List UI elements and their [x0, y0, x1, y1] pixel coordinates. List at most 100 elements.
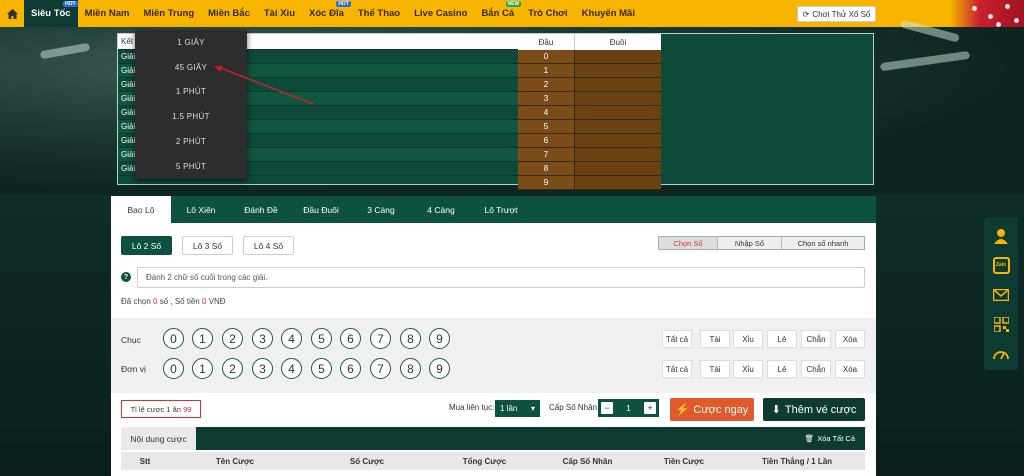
mode-nhap-so[interactable]: Nhập Số	[718, 237, 782, 249]
tab-bao-lo[interactable]: Bao Lô	[111, 196, 171, 223]
chuc-select-tai[interactable]: Tài	[700, 330, 730, 348]
donvi-ball-7[interactable]: 7	[370, 358, 391, 379]
demo-play-button[interactable]: ⟳ Chơi Thử Xổ Số	[797, 6, 876, 22]
nav-item-live-casino[interactable]: Live Casino	[407, 0, 474, 27]
nav-label: Siêu Tốc	[31, 8, 71, 19]
chuc-select-xiu[interactable]: Xỉu	[733, 330, 763, 348]
dau-header: Đầu	[518, 34, 575, 50]
nav-item-sieu-toc[interactable]: Siêu Tốc HOT	[24, 0, 78, 27]
chuc-ball-7[interactable]: 7	[370, 328, 391, 349]
chuc-ball-8[interactable]: 8	[400, 328, 421, 349]
minus-button[interactable]: −	[601, 402, 613, 414]
kind-lo-2-so[interactable]: Lô 2 Số	[121, 236, 172, 255]
nav-item-the-thao[interactable]: Thể Thao	[351, 0, 407, 27]
plus-button[interactable]: +	[643, 402, 656, 414]
duoi-header: Đuôi	[609, 37, 627, 47]
top-nav: Siêu Tốc HOT Miền Nam Miền Trung Miền Bắc…	[0, 0, 1024, 28]
donvi-ball-0[interactable]: 0	[163, 358, 184, 379]
chuc-ball-2[interactable]: 2	[222, 328, 243, 349]
user-support-icon[interactable]	[991, 226, 1011, 246]
refresh-icon: ⟳	[802, 9, 810, 19]
mail-icon[interactable]	[991, 285, 1011, 305]
dropdown-item-1-phut[interactable]: 1 PHÚT	[135, 80, 247, 105]
donvi-clear[interactable]: Xóa	[835, 360, 865, 378]
donvi-ball-8[interactable]: 8	[400, 358, 421, 379]
dau-duoi-row: 0	[518, 50, 661, 64]
nav-item-ban-ca[interactable]: Bắn Cá NEW	[474, 0, 522, 27]
floating-contact-bar: Zalo	[984, 217, 1018, 370]
tab-noi-dung-cuoc[interactable]: Nội dung cược	[121, 427, 196, 450]
chuc-select-chan[interactable]: Chẵn	[801, 330, 831, 348]
add-ticket-button[interactable]: ⬇ Thêm vé cược	[763, 398, 865, 421]
donvi-ball-1[interactable]: 1	[192, 358, 213, 379]
demo-label: Chơi Thử Xổ Số	[812, 9, 871, 19]
chuc-select-le[interactable]: Lẻ	[767, 330, 797, 348]
tab-3-cang[interactable]: 3 Càng	[351, 196, 411, 223]
nav-item-tro-choi[interactable]: Trò Chơi	[521, 0, 574, 27]
nav-item-tai-xiu[interactable]: Tài Xỉu	[257, 0, 302, 27]
hint-box: Đánh 2 chữ số cuối trong các giải.	[137, 267, 865, 288]
dau-duoi-row: 5	[518, 120, 661, 134]
kind-lo-4-so[interactable]: Lô 4 Số	[243, 236, 294, 255]
mua-lien-tuc-label: Mua liên tục:	[449, 403, 495, 412]
mode-chon-so-nhanh[interactable]: Chọn số nhanh	[782, 237, 864, 249]
input-mode-switch: Chọn Số Nhập Số Chọn số nhanh	[658, 236, 865, 250]
dropdown-item-1-giay[interactable]: 1 GIÂY	[135, 30, 247, 55]
duoi-cell	[575, 92, 661, 105]
donvi-ball-4[interactable]: 4	[281, 358, 302, 379]
donvi-ball-3[interactable]: 3	[252, 358, 273, 379]
selected-count: 0	[153, 297, 158, 306]
chuc-clear[interactable]: Xóa	[835, 330, 865, 348]
mode-chon-so[interactable]: Chọn Số	[659, 237, 718, 249]
help-icon[interactable]: ?	[121, 272, 131, 282]
dropdown-item-5-phut[interactable]: 5 PHÚT	[135, 154, 247, 179]
nav-item-xoc-dia[interactable]: Xóc Đĩa HOT	[302, 0, 351, 27]
dropdown-item-2-phut[interactable]: 2 PHÚT	[135, 129, 247, 154]
donvi-ball-2[interactable]: 2	[222, 358, 243, 379]
repeat-select[interactable]: 1 lần ▾	[495, 400, 540, 417]
nav-item-mien-trung[interactable]: Miền Trung	[136, 0, 201, 27]
dau-duoi-row: 4	[518, 106, 661, 120]
donvi-select-all[interactable]: Tất cả	[662, 360, 692, 378]
repeat-value: 1 lần	[500, 404, 518, 413]
chuc-ball-5[interactable]: 5	[311, 328, 332, 349]
kind-lo-3-so[interactable]: Lô 3 Số	[182, 236, 233, 255]
nav-label: Trò Chơi	[528, 8, 568, 19]
col-stt: Stt	[139, 456, 151, 466]
donvi-ball-9[interactable]: 9	[429, 358, 450, 379]
chuc-ball-3[interactable]: 3	[252, 328, 273, 349]
multiplier-value[interactable]: 1	[626, 403, 631, 413]
clear-all-button[interactable]: 🗑 Xóa Tất Cả	[805, 427, 855, 450]
donvi-select-xiu[interactable]: Xỉu	[733, 360, 763, 378]
qr-code-icon[interactable]	[991, 314, 1011, 334]
bet-content-header: Nội dung cược 🗑 Xóa Tất Cả	[121, 427, 865, 450]
home-icon[interactable]	[0, 0, 24, 27]
bet-now-label: Cược ngay	[693, 403, 749, 416]
donvi-ball-5[interactable]: 5	[311, 358, 332, 379]
bet-now-button[interactable]: ⚡ Cược ngay	[670, 398, 754, 421]
zalo-icon[interactable]: Zalo	[991, 255, 1011, 275]
chuc-select-all[interactable]: Tất cả	[662, 330, 692, 348]
chuc-ball-6[interactable]: 6	[340, 328, 361, 349]
donvi-select-le[interactable]: Lẻ	[767, 360, 797, 378]
dau-cell: 6	[518, 134, 575, 147]
donvi-ball-6[interactable]: 6	[340, 358, 361, 379]
tab-danh-de[interactable]: Đánh Đề	[231, 196, 291, 223]
tab-lo-truot[interactable]: Lô Trượt	[471, 196, 531, 223]
dropdown-item-45-giay[interactable]: 45 GIÂY	[135, 55, 247, 80]
speed-gauge-icon[interactable]	[991, 344, 1011, 364]
nav-item-mien-nam[interactable]: Miền Nam	[78, 0, 137, 27]
donvi-select-tai[interactable]: Tài	[700, 360, 730, 378]
dau-cell: 8	[518, 162, 575, 175]
chuc-ball-4[interactable]: 4	[281, 328, 302, 349]
chuc-ball-1[interactable]: 1	[192, 328, 213, 349]
chuc-ball-9[interactable]: 9	[429, 328, 450, 349]
tab-lo-xien[interactable]: Lô Xiên	[171, 196, 231, 223]
tab-4-cang[interactable]: 4 Càng	[411, 196, 471, 223]
tab-dau-duoi[interactable]: Đầu Đuôi	[291, 196, 351, 223]
nav-item-khuyen-mai[interactable]: Khuyến Mãi	[575, 0, 642, 27]
chuc-ball-0[interactable]: 0	[163, 328, 184, 349]
donvi-select-chan[interactable]: Chẵn	[801, 360, 831, 378]
nav-item-mien-bac[interactable]: Miền Bắc	[201, 0, 257, 27]
dropdown-item-1-5-phut[interactable]: 1.5 PHÚT	[135, 104, 247, 129]
